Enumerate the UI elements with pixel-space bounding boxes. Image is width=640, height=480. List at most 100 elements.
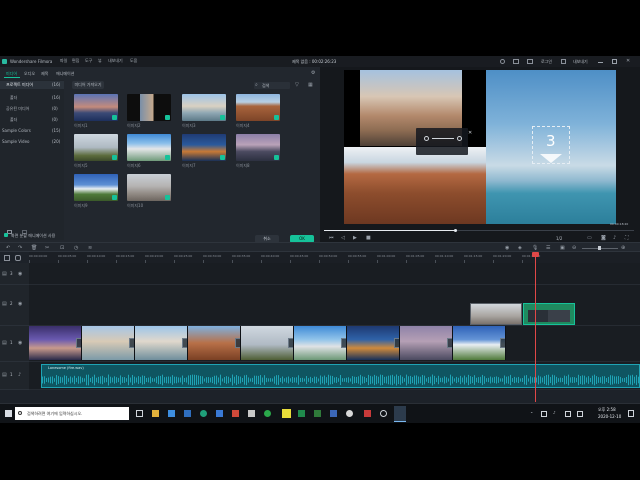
video-clip[interactable] — [29, 326, 82, 360]
clock-date[interactable]: 2020-12-10 — [598, 415, 621, 419]
import-button[interactable]: 미디어 가져오기 — [72, 81, 104, 89]
timeline-zoom-in-icon[interactable]: ⊕ — [621, 245, 625, 251]
notification-icon[interactable] — [628, 410, 634, 417]
track-lock-icon[interactable]: ▤ — [2, 340, 7, 346]
mail-icon[interactable] — [527, 59, 533, 64]
menu-help[interactable]: 도움 — [130, 59, 137, 63]
tab-media[interactable]: 미디어 — [6, 72, 17, 76]
taskbar-app-filmora-icon[interactable] — [394, 406, 406, 422]
render-icon[interactable]: ◉ — [505, 245, 509, 251]
sidebar-item-sample-video[interactable]: Sample Video — [2, 140, 29, 144]
taskbar-app-icon[interactable] — [314, 410, 321, 417]
clip-mosque[interactable] — [470, 303, 522, 325]
crop-icon[interactable]: ⊡ — [60, 245, 64, 251]
filter-icon[interactable]: ▽ — [295, 82, 299, 88]
redo-icon[interactable]: ↷ — [18, 245, 22, 251]
taskbar-app-icon[interactable] — [364, 410, 371, 417]
network-icon[interactable] — [541, 411, 547, 417]
keyboard-icon[interactable] — [565, 411, 571, 417]
settings-icon[interactable]: ⚙ — [311, 70, 315, 76]
menu-file[interactable]: 파일 — [60, 59, 67, 63]
taskbar-app-icon[interactable] — [152, 410, 159, 417]
minimize-icon[interactable] — [598, 62, 603, 63]
sidebar-item-sample-colors[interactable]: Sample Colors — [2, 129, 31, 133]
track-visibility-icon[interactable]: ◉ — [18, 340, 22, 346]
taskbar-app-icon[interactable] — [216, 410, 223, 417]
video-clip[interactable] — [241, 326, 294, 360]
zoom-level[interactable]: 1/2 — [556, 237, 562, 241]
delete-icon[interactable]: 🗑 — [31, 245, 37, 251]
zoom-in-icon[interactable] — [457, 136, 462, 141]
taskbar-app-icon[interactable] — [184, 410, 191, 417]
user-icon[interactable] — [500, 59, 505, 64]
video-clip[interactable] — [188, 326, 241, 360]
track-mute-icon[interactable]: ♪ — [18, 372, 21, 378]
maximize-icon[interactable] — [612, 59, 617, 64]
timeline-zoom-out-icon[interactable]: ⊖ — [572, 245, 576, 251]
step-back-icon[interactable]: ⏮ — [329, 235, 334, 241]
volume-tray-icon[interactable]: ♪ — [553, 411, 556, 415]
zoom-slider[interactable] — [432, 138, 454, 139]
track-lock-icon[interactable]: ▤ — [2, 301, 7, 307]
link-icon[interactable] — [15, 255, 21, 261]
windows-start-icon[interactable] — [5, 410, 12, 417]
task-view-icon[interactable] — [136, 410, 143, 417]
playhead-handle[interactable] — [532, 252, 539, 257]
taskbar-app-icon[interactable] — [248, 410, 255, 417]
track-video-2[interactable] — [29, 285, 640, 326]
taskbar-app-icon[interactable] — [330, 410, 337, 417]
fullscreen-icon[interactable]: ⛶ — [625, 235, 629, 241]
zoom-slider-knob[interactable] — [598, 246, 601, 250]
camera-icon[interactable]: ◙ — [601, 235, 606, 241]
video-clip[interactable] — [347, 326, 400, 360]
media-item[interactable]: 이미지5 — [74, 134, 118, 169]
media-item[interactable]: 이미지8 — [236, 134, 280, 169]
transition-marker-icon[interactable] — [500, 338, 505, 348]
save-icon[interactable] — [561, 59, 566, 64]
media-item[interactable]: 이미지4 — [236, 94, 280, 129]
track-visibility-icon[interactable]: ◉ — [18, 301, 22, 307]
clock-time[interactable]: 오후 2:58 — [598, 408, 616, 412]
media-item[interactable]: 이미지10 — [127, 174, 171, 209]
media-item[interactable]: 이미지2 — [127, 94, 171, 129]
zoom-out-icon[interactable] — [424, 136, 429, 141]
taskbar-app-icon[interactable] — [380, 410, 387, 417]
video-clip[interactable] — [82, 326, 135, 360]
taskbar-app-icon[interactable] — [232, 410, 239, 417]
preview-progress-knob[interactable] — [454, 229, 457, 232]
track-audio-1[interactable]: Lonesome (fire.wav) — [29, 362, 640, 390]
video-clip[interactable] — [400, 326, 453, 360]
snapshot-icon[interactable]: ▣ — [560, 245, 565, 251]
taskbar-app-icon[interactable] — [298, 410, 305, 417]
taskbar-search-input[interactable]: 검색하려면 여기에 입력하십시오. — [15, 407, 129, 420]
menu-view[interactable]: 뷰 — [98, 59, 102, 63]
taskbar-app-icon[interactable] — [346, 410, 353, 417]
sidebar-item-shared-folder[interactable]: 폴더 — [10, 118, 17, 122]
voiceover-icon[interactable]: 🎙 — [532, 245, 538, 251]
stop-icon[interactable]: ■ — [366, 235, 371, 241]
track-video-3[interactable] — [29, 263, 640, 285]
tab-titles[interactable]: 제목 — [41, 72, 48, 76]
audio-clip[interactable]: Lonesome (fire.wav) — [41, 364, 640, 388]
taskbar-app-icon[interactable] — [282, 409, 291, 418]
play-icon[interactable]: ▶ — [353, 235, 357, 241]
volume-icon[interactable]: ♪ — [613, 235, 616, 241]
grid-view-icon[interactable]: ▦ — [308, 82, 313, 88]
tab-audio[interactable]: 오디오 — [24, 72, 35, 76]
media-item[interactable]: 이미지6 — [127, 134, 171, 169]
tab-animation[interactable]: 애니메이션 — [56, 72, 74, 76]
tray-up-icon[interactable]: ⌃ — [530, 412, 533, 416]
cart-icon[interactable] — [513, 59, 519, 64]
add-track-icon[interactable] — [4, 255, 10, 261]
mixer-icon[interactable]: ☰ — [546, 245, 550, 251]
menu-tools[interactable]: 도구 — [85, 59, 92, 63]
close-icon[interactable]: ✕ — [626, 58, 630, 64]
video-clip[interactable] — [294, 326, 347, 360]
undo-icon[interactable]: ↶ — [6, 245, 10, 251]
video-clip[interactable] — [135, 326, 188, 360]
taskbar-app-icon[interactable] — [200, 410, 207, 417]
media-item[interactable]: 이미지7 — [182, 134, 226, 169]
close-overlay-icon[interactable]: ✕ — [468, 130, 472, 136]
track-lock-icon[interactable]: ▤ — [2, 271, 7, 277]
video-clip[interactable] — [453, 326, 506, 360]
